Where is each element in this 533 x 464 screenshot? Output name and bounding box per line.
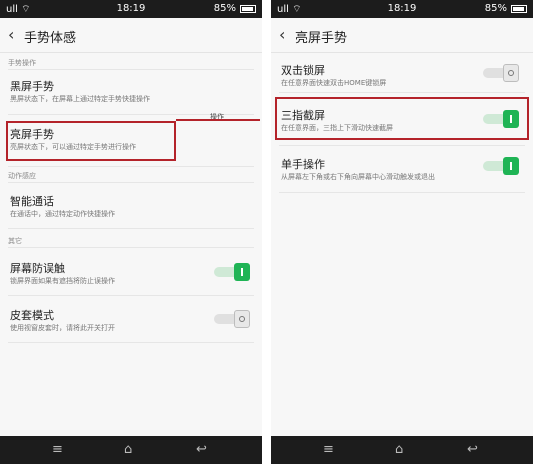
three-finger-screenshot-toggle[interactable] [483, 110, 519, 128]
item-subtitle: 锁屏界面如果有遮挡将防止误操作 [10, 277, 115, 285]
toggle-off-knob-icon [234, 310, 250, 328]
toggle-on-knob-icon [503, 157, 519, 175]
double-tap-lock-toggle[interactable] [483, 64, 519, 82]
battery-icon [511, 5, 527, 13]
status-bar: ull ⌔ 18:19 85% [0, 0, 262, 18]
navigation-bar: ≡ ⌂ ↩ [271, 436, 533, 464]
item-subtitle: 在任意界面，三指上下滑动快速截屏 [281, 124, 393, 132]
home-icon[interactable]: ⌂ [395, 442, 403, 457]
app-header: ‹ 亮屏手势 [271, 18, 533, 53]
right-phone-screen: ull ⌔ 18:19 85% ‹ 亮屏手势 双击锁屏 在任意界面快速双击HOM… [271, 0, 533, 464]
back-arrow-icon[interactable]: ‹ [8, 25, 14, 44]
item-title: 双击锁屏 [281, 64, 325, 77]
toggle-on-knob-icon [234, 263, 250, 281]
section-header-motion: 动作感应 [8, 172, 36, 180]
home-icon[interactable]: ⌂ [124, 442, 132, 457]
battery-percent: 85% [213, 3, 236, 14]
highlight-box [6, 121, 176, 161]
toggle-off-knob-icon [503, 64, 519, 82]
item-title: 黑屏手势 [10, 80, 54, 93]
divider [8, 228, 254, 229]
anti-touch-toggle[interactable] [214, 263, 250, 281]
item-subtitle: 在通话中，通过特定动作快捷操作 [10, 210, 115, 218]
divider [279, 192, 525, 193]
divider [8, 166, 254, 167]
divider [8, 69, 254, 70]
menu-icon[interactable]: ≡ [323, 442, 334, 457]
item-title: 单手操作 [281, 158, 325, 171]
battery-icon [240, 5, 256, 13]
highlight-connector-line [176, 119, 260, 121]
list-item-smart-call[interactable]: 智能通话 在通话中，通过特定动作快捷操作 [0, 193, 262, 223]
navigation-bar: ≡ ⌂ ↩ [0, 436, 262, 464]
item-subtitle: 从屏幕左下角或右下角向屏幕中心滑动触发或退出 [281, 173, 435, 181]
back-icon[interactable]: ↩ [467, 442, 478, 457]
item-title: 智能通话 [10, 195, 54, 208]
page-title: 亮屏手势 [295, 31, 348, 46]
item-title: 三指截屏 [281, 109, 325, 122]
toggle-on-knob-icon [503, 110, 519, 128]
left-phone-screen: ull ⌔ 18:19 85% ‹ 手势体感 手势操作 黑屏手势 黑屏状态下，在… [0, 0, 262, 464]
battery-percent: 85% [484, 3, 507, 14]
page-title: 手势体感 [24, 31, 77, 46]
item-title: 屏幕防误触 [10, 262, 65, 275]
item-subtitle: 黑屏状态下，在屏幕上通过特定手势快捷操作 [10, 95, 150, 103]
section-header-other: 其它 [8, 237, 22, 245]
cover-mode-toggle[interactable] [214, 310, 250, 328]
section-header-gesture: 手势操作 [8, 59, 36, 67]
divider [8, 342, 254, 343]
item-title: 皮套模式 [10, 309, 54, 322]
item-subtitle: 在任意界面快速双击HOME键锁屏 [281, 79, 387, 87]
divider [8, 182, 254, 183]
divider [8, 247, 254, 248]
back-arrow-icon[interactable]: ‹ [279, 25, 285, 44]
divider [279, 145, 525, 146]
divider [279, 92, 525, 93]
one-hand-mode-toggle[interactable] [483, 157, 519, 175]
app-header: ‹ 手势体感 [0, 18, 262, 53]
item-subtitle: 使用视窗皮套时，请将此开关打开 [10, 324, 115, 332]
back-icon[interactable]: ↩ [196, 442, 207, 457]
status-bar: ull ⌔ 18:19 85% [271, 0, 533, 18]
divider [8, 295, 254, 296]
menu-icon[interactable]: ≡ [52, 442, 63, 457]
list-item-black-screen-gesture[interactable]: 黑屏手势 黑屏状态下，在屏幕上通过特定手势快捷操作 [0, 78, 262, 108]
